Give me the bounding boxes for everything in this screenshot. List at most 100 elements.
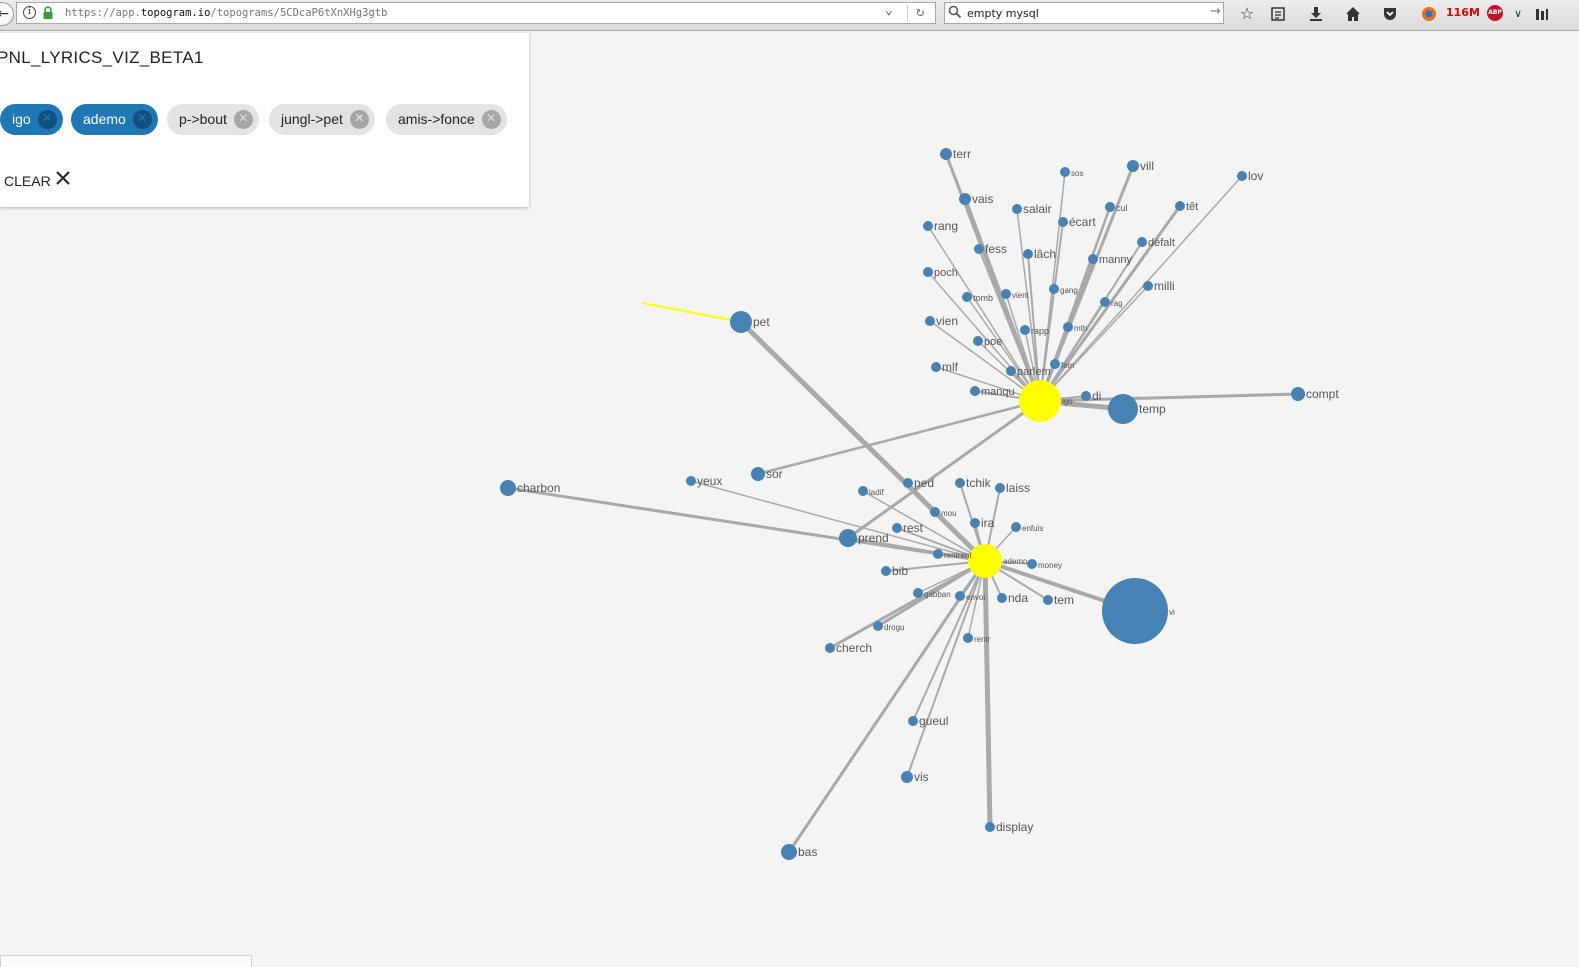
node-mth[interactable] [1063,322,1073,332]
node-label-sor: sor [766,467,783,481]
node-mou[interactable] [930,507,940,517]
node-rag[interactable] [1100,297,1110,307]
node-label-gabban: gabban [924,590,951,599]
node-lov[interactable] [1237,171,1247,181]
close-icon[interactable]: ✕ [233,110,253,129]
node-label-vien: vien [936,314,958,328]
horizontal-scrollbar[interactable] [0,955,252,967]
node-sor[interactable] [751,467,765,481]
node-gang[interactable] [1049,284,1059,294]
node-label-poe: poe [984,336,1002,348]
node-enfuis[interactable] [1011,522,1021,532]
node-lach[interactable] [1023,249,1033,259]
node-charbon[interactable] [500,480,516,496]
node-vient[interactable] [1001,289,1011,299]
node-rapp[interactable] [1020,325,1030,335]
filter-chip-ademo[interactable]: ademo ✕ [71,104,158,135]
node-ladif[interactable] [858,486,868,496]
node-bas[interactable] [781,844,797,860]
node-label-vi: vi [1169,608,1175,617]
node-money[interactable] [1027,559,1037,569]
clear-button[interactable]: CLEAR [4,171,70,193]
node-fem[interactable] [1050,359,1060,369]
node-label-laiss: laiss [1006,481,1030,495]
node-temp[interactable] [1108,394,1138,424]
node-cul[interactable] [1105,202,1115,212]
node-label-manny: manny [1099,254,1133,266]
node-terr[interactable] [940,148,952,160]
node-rentr[interactable] [963,633,973,643]
close-icon[interactable]: ✕ [132,110,152,129]
node-label-vient: vient [1012,291,1030,300]
node-vien[interactable] [925,316,935,326]
node-label-fess: fess [985,242,1007,256]
node-envoi[interactable] [955,591,965,601]
node-prend[interactable] [839,529,857,547]
node-label-enfuis: enfuis [1022,524,1043,533]
node-bib[interactable] [881,566,891,576]
node-rest[interactable] [892,523,902,533]
node-label-fem: fem [1061,361,1075,370]
node-di[interactable] [1081,391,1091,401]
node-label-rentr: rentr [974,635,991,644]
node-sos[interactable] [1060,167,1070,177]
edge-display [982,558,993,830]
node-tomb[interactable] [962,292,972,302]
node-laiss[interactable] [995,483,1005,493]
node-label-salair: salair [1023,202,1052,216]
node-label-temp: temp [1139,402,1166,416]
chip-label: ademo [83,111,126,127]
node-tchik[interactable] [955,478,965,488]
node-salair[interactable] [1012,204,1022,214]
node-drogu[interactable] [873,621,883,631]
node-label-drogu: drogu [884,623,904,632]
node-cherch[interactable] [825,643,835,653]
hub-node-igo[interactable] [1019,380,1061,422]
node-display[interactable] [985,822,995,832]
node-mlf[interactable] [931,362,941,372]
node-rang[interactable] [923,221,933,231]
close-icon[interactable]: ✕ [481,110,501,129]
node-label-mlf: mlf [942,360,959,374]
node-vi[interactable] [1102,578,1168,644]
hub-label-igo: igo [1062,397,1073,406]
node-defalt[interactable] [1137,237,1147,247]
node-pet[interactable] [730,311,752,333]
node-yeux[interactable] [686,476,696,486]
node-label-lov: lov [1248,169,1263,183]
node-label-defalt: défalt [1148,237,1175,249]
close-icon[interactable]: ✕ [37,110,57,129]
node-parlem[interactable] [1006,366,1016,376]
edge-sor [756,399,1042,476]
node-vis[interactable] [901,771,913,783]
node-vais[interactable] [959,193,971,205]
node-gueul[interactable] [908,716,918,726]
close-icon[interactable] [55,170,71,190]
node-label-money: money [1038,561,1062,570]
node-fess[interactable] [974,244,984,254]
node-rentrent[interactable] [933,549,943,559]
filter-chip-jungl-pet[interactable]: jungl->pet ✕ [269,104,375,135]
node-label-manqu: manqu [981,386,1015,398]
node-poch[interactable] [923,267,933,277]
node-manny[interactable] [1088,254,1098,264]
close-icon[interactable]: ✕ [349,110,369,129]
node-label-gueul: gueul [919,714,948,728]
node-compt[interactable] [1291,387,1305,401]
node-nda[interactable] [997,593,1007,603]
node-manqu[interactable] [970,386,980,396]
node-poe[interactable] [973,336,983,346]
node-label-rapp: rapp [1031,326,1049,336]
filter-chip-igo[interactable]: igo ✕ [0,104,63,135]
node-tem[interactable] [1043,595,1053,605]
filter-chip-amis-fonce[interactable]: amis->fonce ✕ [386,104,507,135]
node-milli[interactable] [1143,281,1153,291]
filter-chip-p-bout[interactable]: p->bout ✕ [167,104,259,135]
node-ira[interactable] [970,518,980,528]
node-gabban[interactable] [913,588,923,598]
node-ped[interactable] [903,478,913,488]
node-tet[interactable] [1175,201,1185,211]
hub-node-ademo[interactable] [968,544,1002,578]
node-ecart[interactable] [1058,217,1068,227]
node-vill[interactable] [1127,160,1139,172]
